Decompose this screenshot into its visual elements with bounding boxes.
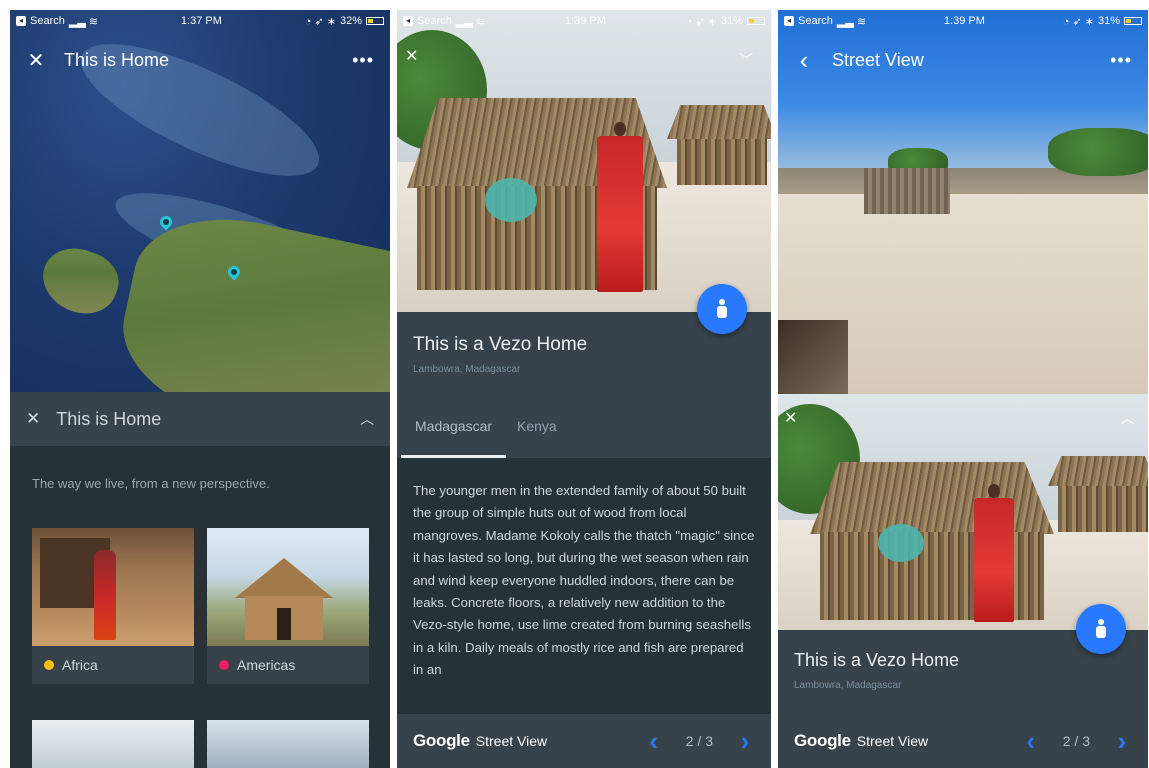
tab-kenya[interactable]: Kenya — [503, 402, 571, 458]
status-icons: ◔ ➶ ∗ — [1062, 15, 1094, 28]
back-arrow-icon[interactable]: ‹ — [794, 45, 814, 76]
fishing-net — [878, 524, 924, 562]
chevron-up-icon[interactable]: ︿ — [360, 409, 374, 429]
footer-bar: Google Street View ‹ 2 / 3 › — [778, 714, 1148, 768]
street-view-photo[interactable] — [397, 10, 771, 312]
person-figure — [94, 550, 116, 640]
card-image — [207, 720, 369, 768]
region-card[interactable] — [207, 720, 369, 768]
more-icon[interactable]: ••• — [1110, 50, 1132, 71]
tagline: The way we live, from a new perspective. — [32, 476, 270, 491]
back-to-app-icon[interactable]: ◂ — [16, 16, 26, 26]
card-label: Americas — [237, 657, 296, 673]
signal-icon: ▂▃ ≋ — [68, 15, 99, 28]
product-name: Street View — [475, 733, 548, 749]
clock: 1:39 PM — [943, 15, 985, 27]
pegman-icon — [1096, 619, 1106, 639]
story-detail-screen: ◂ Search ▂▃ ≋ 1:39 PM ◔ ➶ ∗ 31% ✕ ﹀ This is… — [397, 10, 771, 768]
region-tabs: Madagascar Kenya — [397, 402, 771, 458]
region-card-americas[interactable]: Americas — [207, 528, 369, 684]
status-bar: ◂ Search ▂▃ ≋ 1:39 PM ◔ ➶ ∗ 31% — [778, 10, 1148, 32]
page-indicator: 2 / 3 — [685, 733, 713, 749]
chevron-right-icon[interactable]: › — [735, 726, 755, 757]
person-figure — [597, 122, 643, 292]
home-map-screen: ◂ Search ▂▃ ≋ 1:37 PM ◔ ➶ ∗ 32% ✕ This is H… — [10, 10, 390, 768]
foreground-rock — [778, 320, 848, 394]
top-bar: ✕ This is Home ••• — [10, 40, 390, 80]
google-logo: Google — [413, 731, 470, 750]
doorway — [277, 608, 291, 640]
close-icon[interactable]: ✕ — [26, 409, 40, 429]
street-view-button[interactable] — [1076, 604, 1126, 654]
chevron-down-icon[interactable]: ﹀ — [739, 50, 753, 70]
story-title: This is a Vezo Home — [794, 650, 960, 670]
hut-distant — [1048, 456, 1148, 532]
battery-icon — [746, 17, 765, 25]
page-indicator: 2 / 3 — [1062, 733, 1090, 749]
battery-percent: 31% — [720, 15, 743, 27]
story-location: Lambowra, Madagascar — [413, 364, 521, 375]
status-icons: ◔ ➶ ∗ — [304, 15, 336, 28]
tab-madagascar[interactable]: Madagascar — [401, 402, 507, 458]
signal-icon: ▂▃ ≋ — [836, 15, 867, 28]
chevron-left-icon[interactable]: ‹ — [644, 726, 664, 757]
card-image — [32, 528, 194, 646]
region-card-africa[interactable]: Africa — [32, 528, 194, 684]
battery-icon — [365, 17, 384, 25]
clock: 1:37 PM — [180, 15, 222, 27]
island — [33, 238, 127, 324]
signal-icon: ▂▃ ≋ — [455, 15, 486, 28]
sheet-header[interactable]: ✕ This is Home ︿ — [10, 392, 390, 446]
more-icon[interactable]: ••• — [352, 50, 374, 71]
clock: 1:39 PM — [564, 15, 606, 27]
page-title: Street View — [832, 49, 924, 70]
chevron-up-icon[interactable]: ︿ — [1121, 408, 1134, 427]
google-logo: Google — [794, 731, 851, 750]
region-card[interactable] — [32, 720, 194, 768]
page-title: This is Home — [64, 49, 170, 70]
carrier: Search — [30, 15, 65, 27]
street-view-button[interactable] — [697, 284, 747, 334]
top-bar: ‹ Street View ••• — [778, 40, 1148, 80]
footer-bar: Google Street View ‹ 2 / 3 › — [397, 714, 771, 768]
product-name: Street View — [856, 733, 929, 749]
chevron-left-icon[interactable]: ‹ — [1021, 726, 1041, 757]
status-bar: ◂ Search ▂▃ ≋ 1:37 PM ◔ ➶ ∗ 32% — [10, 10, 390, 32]
fishing-net — [485, 178, 537, 222]
carrier: Search — [417, 15, 452, 27]
carrier: Search — [798, 15, 833, 27]
status-bar: ◂ Search ▂▃ ≋ 1:39 PM ◔ ➶ ∗ 31% — [397, 10, 771, 32]
battery-percent: 31% — [1097, 15, 1120, 27]
back-to-app-icon[interactable]: ◂ — [784, 16, 794, 26]
person-figure — [974, 484, 1014, 622]
status-icons: ◔ ➶ ∗ — [685, 15, 717, 28]
card-label: Africa — [62, 657, 98, 673]
close-icon[interactable]: ✕ — [784, 408, 797, 428]
tree — [1048, 128, 1148, 176]
sheet-body: The way we live, from a new perspective.… — [10, 446, 390, 768]
hut-distant — [667, 105, 771, 185]
story-location: Lambowra, Madagascar — [794, 680, 902, 691]
wooden-structure — [864, 168, 950, 214]
sheet-title: This is Home — [56, 408, 162, 429]
pegman-icon — [717, 299, 727, 319]
back-to-app-icon[interactable]: ◂ — [403, 16, 413, 26]
roof — [235, 558, 333, 598]
battery-icon — [1123, 17, 1142, 25]
battery-percent: 32% — [339, 15, 362, 27]
card-image — [207, 528, 369, 646]
card-image — [32, 720, 194, 768]
close-icon[interactable]: ✕ — [405, 46, 418, 66]
close-icon[interactable]: ✕ — [26, 48, 46, 73]
story-title: This is a Vezo Home — [413, 334, 588, 355]
region-dot-icon — [44, 660, 54, 670]
street-view-screen: ◂ Search ▂▃ ≋ 1:39 PM ◔ ➶ ∗ 31% ‹ Street Vi… — [778, 10, 1148, 768]
story-photo[interactable] — [778, 394, 1148, 630]
region-dot-icon — [219, 660, 229, 670]
chevron-right-icon[interactable]: › — [1112, 726, 1132, 757]
article-text: The younger men in the extended family o… — [413, 483, 755, 678]
